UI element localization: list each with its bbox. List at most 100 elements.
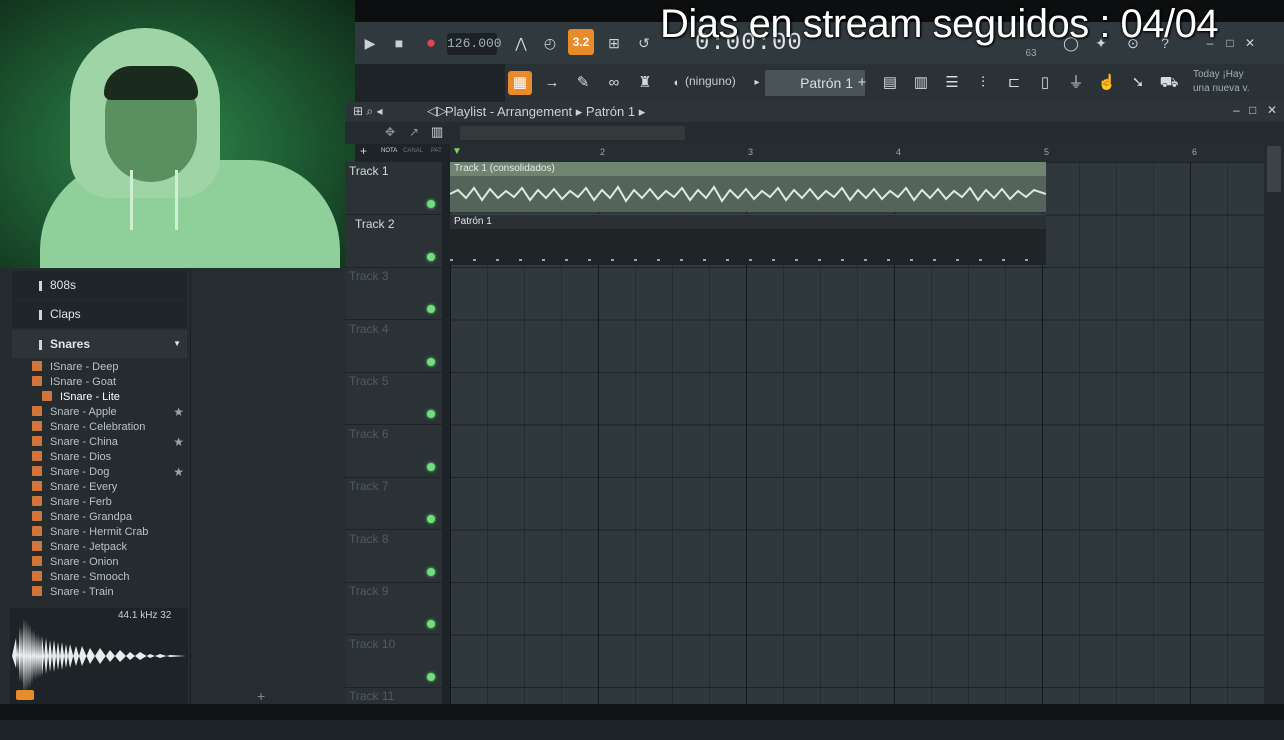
tab-nota[interactable]: NOTA [381, 148, 397, 154]
tab-canal[interactable]: CANAL [403, 148, 423, 154]
arrow-icon[interactable]: ◁▷ [427, 103, 447, 119]
track-header[interactable]: Track 6 [345, 425, 442, 478]
browser-file[interactable]: Snare - Hermit Crab [32, 525, 187, 540]
timeline-ruler[interactable]: ▼ 2 3 4 5 6 [450, 144, 1264, 162]
maximize-icon[interactable]: □ [1249, 103, 1256, 117]
browser-file[interactable]: ISnare - Goat [32, 375, 187, 390]
track-mute-led[interactable] [427, 515, 435, 523]
track-mute-led[interactable] [427, 620, 435, 628]
browser-file[interactable]: Snare - Dog ★ [32, 465, 187, 480]
browser-file[interactable]: Snare - Jetpack [32, 540, 187, 555]
scrollbar-thumb[interactable] [1267, 146, 1281, 192]
maximize-icon[interactable]: □ [1223, 33, 1237, 53]
step-edit-icon[interactable]: ⊞ [603, 33, 625, 53]
track-mute-led[interactable] [427, 410, 435, 418]
record-icon[interactable]: ● [421, 33, 441, 53]
star-icon[interactable]: ★ [173, 435, 184, 450]
browser-file[interactable]: Snare - Onion [32, 555, 187, 570]
track-mute-led[interactable] [427, 672, 435, 681]
pattern-mode-button[interactable]: 3.2 [568, 29, 594, 55]
playlist-breadcrumb[interactable]: Patrón 1 [586, 104, 635, 119]
track-header[interactable]: Track 10 [345, 635, 442, 688]
close-icon[interactable]: ✕ [1267, 103, 1277, 117]
cart-icon[interactable]: ⛟ [1157, 71, 1181, 95]
track-label: Track 8 [349, 531, 389, 546]
browser-file[interactable]: Snare - Ferb [32, 495, 187, 510]
folder-snares[interactable]: Snares ▼ [12, 330, 187, 358]
news-panel[interactable]: Today ¡Hay una nueva v. [1193, 68, 1283, 96]
track-mute-led[interactable] [427, 357, 435, 366]
browser-file[interactable]: ISnare - Deep [32, 360, 187, 375]
star-icon[interactable]: ★ [173, 405, 184, 420]
ruler-number: 2 [600, 147, 606, 157]
track-mute-led[interactable] [427, 252, 435, 261]
browser-file[interactable]: Snare - Dios [32, 450, 187, 465]
playlist-view-icon[interactable]: ▦ [508, 71, 532, 95]
track-mute-led[interactable] [427, 462, 435, 471]
track-header[interactable]: Track 1 [345, 162, 442, 215]
clip-titlebar: Track 1 (consolidados) [450, 162, 1046, 176]
piano-roll-icon[interactable]: ▥ [909, 71, 933, 95]
metronome-icon[interactable]: ⋀ [510, 33, 532, 53]
track-header[interactable]: Track 3 [345, 267, 442, 320]
track-header[interactable]: Track 2 [345, 215, 442, 268]
piano-icon[interactable]: ▥ [431, 124, 443, 140]
browser-file[interactable]: Snare - Grandpa [32, 510, 187, 525]
tab-pat[interactable]: PAT [431, 148, 442, 154]
track-mute-led[interactable] [427, 305, 435, 313]
touch-icon[interactable]: ☝ [1095, 71, 1119, 95]
minimize-icon[interactable]: – [1233, 103, 1240, 117]
project-icon[interactable]: ▯ [1033, 71, 1057, 95]
arrow-right-icon[interactable]: → [540, 71, 564, 95]
add-icon[interactable]: + [257, 688, 265, 704]
star-icon[interactable]: ★ [173, 465, 184, 480]
browser-file[interactable]: Snare - Apple ★ [32, 405, 187, 420]
channel-rack-icon[interactable]: ☰ [940, 71, 964, 95]
pencil-icon[interactable]: ✎ [571, 71, 595, 95]
add-track-icon[interactable]: + [360, 144, 367, 158]
track-header[interactable]: Track 9 [345, 582, 442, 635]
playlist-menu-icon[interactable]: ⊞ ⌕ ◂ [353, 104, 382, 119]
slide-icon[interactable]: ↗ [409, 125, 419, 139]
channel-selector[interactable]: (ninguno) [685, 74, 736, 88]
audio-clip[interactable]: Track 1 (consolidados) [450, 162, 1046, 212]
plugin-icon[interactable]: ♜ [633, 71, 657, 95]
loop-record-icon[interactable]: ↺ [633, 33, 655, 53]
track-header[interactable]: Track 8 [345, 530, 442, 583]
mixer-icon[interactable]: ⫶ [971, 71, 995, 95]
browser-file[interactable]: Snare - China ★ [32, 435, 187, 450]
track-header[interactable]: Track 5 [345, 372, 442, 425]
track-header[interactable]: Track 7 [345, 477, 442, 530]
preview-play-icon[interactable] [16, 690, 34, 700]
folder-claps[interactable]: Claps [12, 300, 187, 328]
audio-file-icon [32, 571, 42, 582]
add-pattern-icon[interactable]: + [850, 71, 874, 95]
vertical-scrollbar[interactable] [1264, 144, 1284, 720]
horizontal-scrollbar[interactable] [460, 126, 685, 140]
browser-file-selected[interactable]: ISnare - Lite [42, 390, 197, 405]
playlist-icon[interactable]: ▤ [878, 71, 902, 95]
folder-808s[interactable]: 808s [12, 271, 187, 299]
playhead-marker[interactable]: ▼ [452, 146, 462, 157]
wait-input-icon[interactable]: ◴ [539, 33, 561, 53]
browser-file[interactable]: Snare - Smooch [32, 570, 187, 585]
link-icon[interactable]: ∞ [602, 71, 626, 95]
track-mute-led[interactable] [427, 567, 435, 576]
browser-file[interactable]: Snare - Every [32, 480, 187, 495]
track-header[interactable]: Track 4 [345, 320, 442, 373]
folder-label: Snares [50, 337, 91, 351]
render-icon[interactable]: ➘ [1126, 71, 1150, 95]
tempo-display[interactable]: 126.000 [447, 33, 502, 55]
play-icon[interactable]: ▶ [361, 33, 379, 53]
browser-file[interactable]: Snare - Train [32, 585, 187, 600]
pattern-clip[interactable]: Patrón 1 [450, 214, 1046, 265]
plugin-db-icon[interactable]: ⏚ [1064, 71, 1088, 95]
sample-preview[interactable]: 44.1 kHz 32 [10, 608, 188, 704]
close-icon[interactable]: ✕ [1243, 33, 1257, 53]
browser-file[interactable]: Snare - Celebration [32, 420, 187, 435]
stop-icon[interactable]: ■ [390, 33, 408, 53]
track-label: Track 3 [349, 269, 389, 283]
track-mute-led[interactable] [427, 200, 435, 208]
snap-icon[interactable]: ✥ [385, 125, 395, 139]
browser-icon[interactable]: ⊏ [1002, 71, 1026, 95]
